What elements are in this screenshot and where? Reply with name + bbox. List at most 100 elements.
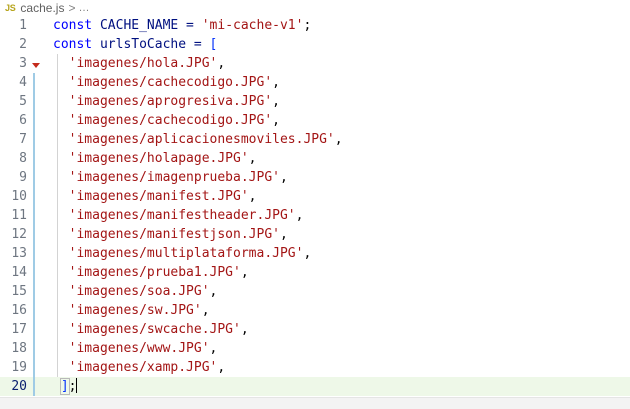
code-token: , xyxy=(217,360,226,375)
line-number: 17 xyxy=(11,322,27,337)
code-token: , xyxy=(279,170,288,185)
code-token: , xyxy=(248,151,257,166)
code-token: , xyxy=(201,303,210,318)
code-token: , xyxy=(272,94,280,109)
line-number: 13 xyxy=(11,246,27,261)
code-line[interactable]: 15 'imagenes/soa.JPG', xyxy=(0,282,630,301)
code-line[interactable]: 18 'imagenes/www.JPG', xyxy=(0,339,630,358)
code-text[interactable]: 'imagenes/holapage.JPG', xyxy=(53,149,257,168)
line-number: 15 xyxy=(11,284,27,299)
code-text[interactable]: 'imagenes/manifestjson.JPG', xyxy=(53,225,288,244)
breadcrumb-file-name[interactable]: cache.js xyxy=(20,1,64,15)
code-line[interactable]: 2 const urlsToCache = [ xyxy=(0,35,630,54)
horizontal-scrollbar[interactable] xyxy=(0,397,630,409)
code-text[interactable]: 'imagenes/hola.JPG', xyxy=(53,54,226,73)
code-text[interactable]: 'imagenes/soa.JPG', xyxy=(53,282,218,301)
code-token: const xyxy=(53,37,93,52)
code-token: , xyxy=(334,132,343,147)
code-text[interactable]: 'imagenes/xamp.JPG', xyxy=(53,358,226,377)
code-line[interactable]: 4 'imagenes/cachecodigo.JPG', xyxy=(0,73,630,92)
line-number: 11 xyxy=(11,208,27,223)
code-token: ; xyxy=(303,18,312,33)
code-text[interactable]: 'imagenes/aprogresiva.JPG', xyxy=(53,92,280,111)
code-text[interactable]: 'imagenes/cachecodigo.JPG', xyxy=(53,111,280,130)
code-text[interactable]: ]; xyxy=(53,377,78,396)
code-token: , xyxy=(209,284,218,299)
code-line[interactable]: 10 'imagenes/manifest.JPG', xyxy=(0,187,630,206)
code-token: , xyxy=(295,208,304,223)
code-token: 'imagenes/prueba1.JPG' xyxy=(53,265,241,280)
code-token: 'imagenes/xamp.JPG' xyxy=(53,360,218,375)
breadcrumb: JS cache.js > … xyxy=(0,0,630,16)
code-token: , xyxy=(272,113,280,128)
line-number: 19 xyxy=(11,360,27,375)
line-number: 12 xyxy=(11,227,27,242)
line-number: 14 xyxy=(11,265,27,280)
code-token: ; xyxy=(68,379,77,394)
code-token: 'imagenes/imagenprueba.JPG' xyxy=(53,170,280,185)
code-line[interactable]: 9 'imagenes/imagenprueba.JPG', xyxy=(0,168,630,187)
modified-lines-gutter[interactable] xyxy=(33,73,35,396)
code-token: 'imagenes/hola.JPG' xyxy=(53,56,218,71)
code-line[interactable]: 16 'imagenes/sw.JPG', xyxy=(0,301,630,320)
breadcrumb-more[interactable]: … xyxy=(78,2,89,14)
code-token: urlsToCache = xyxy=(92,37,210,52)
code-token: 'imagenes/aplicacionesmoviles.JPG' xyxy=(53,132,335,147)
line-number: 4 xyxy=(19,75,27,90)
code-line[interactable]: 20 ]; xyxy=(0,377,630,396)
line-number: 6 xyxy=(19,113,27,128)
code-token: 'imagenes/multiplataforma.JPG' xyxy=(53,246,304,261)
code-token: 'imagenes/manifest.JPG' xyxy=(53,189,249,204)
code-token: 'mi-cache-v1' xyxy=(201,18,304,33)
code-text[interactable]: 'imagenes/sw.JPG', xyxy=(53,301,210,320)
line-number: 5 xyxy=(19,94,27,109)
code-line[interactable]: 11 'imagenes/manifestheader.JPG', xyxy=(0,206,630,225)
code-token: , xyxy=(240,265,249,280)
code-text[interactable]: 'imagenes/cachecodigo.JPG', xyxy=(53,73,280,92)
code-line[interactable]: 13 'imagenes/multiplataforma.JPG', xyxy=(0,244,630,263)
code-line[interactable]: 14 'imagenes/prueba1.JPG', xyxy=(0,263,630,282)
code-line[interactable]: 19 'imagenes/xamp.JPG', xyxy=(0,358,630,377)
code-text[interactable]: 'imagenes/swcache.JPG', xyxy=(53,320,249,339)
line-number: 2 xyxy=(19,37,27,52)
code-token: const xyxy=(53,18,93,33)
code-text[interactable]: const urlsToCache = [ xyxy=(53,35,217,54)
code-token: , xyxy=(272,75,280,90)
code-line[interactable]: 1 const CACHE_NAME = 'mi-cache-v1'; xyxy=(0,16,630,35)
code-token: , xyxy=(217,56,226,71)
line-number: 20 xyxy=(11,379,27,394)
code-editor[interactable]: 1 const CACHE_NAME = 'mi-cache-v1'; 2 const… xyxy=(0,16,630,397)
code-line[interactable]: 6 'imagenes/cachecodigo.JPG', xyxy=(0,111,630,130)
code-text[interactable]: 'imagenes/www.JPG', xyxy=(53,339,218,358)
code-line[interactable]: 17 'imagenes/swcache.JPG', xyxy=(0,320,630,339)
chevron-right-icon: > xyxy=(68,1,76,15)
code-token: CACHE_NAME = xyxy=(92,18,202,33)
line-number: 18 xyxy=(11,341,27,356)
line-number: 1 xyxy=(19,18,27,33)
code-token: 'imagenes/cachecodigo.JPG' xyxy=(53,75,273,90)
code-line[interactable]: 8 'imagenes/holapage.JPG', xyxy=(0,149,630,168)
code-text[interactable]: 'imagenes/imagenprueba.JPG', xyxy=(53,168,288,187)
code-token: , xyxy=(279,227,288,242)
code-token: 'imagenes/manifestheader.JPG' xyxy=(53,208,296,223)
code-text[interactable]: 'imagenes/aplicacionesmoviles.JPG', xyxy=(53,130,343,149)
line-number: 7 xyxy=(19,132,27,147)
code-token: 'imagenes/swcache.JPG' xyxy=(53,322,241,337)
line-number: 9 xyxy=(19,170,27,185)
code-line[interactable]: 12 'imagenes/manifestjson.JPG', xyxy=(0,225,630,244)
code-token: , xyxy=(209,341,218,356)
line-number: 16 xyxy=(11,303,27,318)
code-text[interactable]: 'imagenes/manifestheader.JPG', xyxy=(53,206,304,225)
code-line[interactable]: 5 'imagenes/aprogresiva.JPG', xyxy=(0,92,630,111)
code-text[interactable]: const CACHE_NAME = 'mi-cache-v1'; xyxy=(53,16,311,35)
code-token: ] xyxy=(59,378,70,395)
code-text[interactable]: 'imagenes/manifest.JPG', xyxy=(53,187,257,206)
code-line[interactable]: 7 'imagenes/aplicacionesmoviles.JPG', xyxy=(0,130,630,149)
code-token: [ xyxy=(209,37,218,52)
code-text[interactable]: 'imagenes/prueba1.JPG', xyxy=(53,263,249,282)
text-cursor xyxy=(76,378,78,393)
code-line[interactable]: 3 'imagenes/hola.JPG', xyxy=(0,54,630,73)
line-number: 8 xyxy=(19,151,27,166)
code-text[interactable]: 'imagenes/multiplataforma.JPG', xyxy=(53,244,312,263)
